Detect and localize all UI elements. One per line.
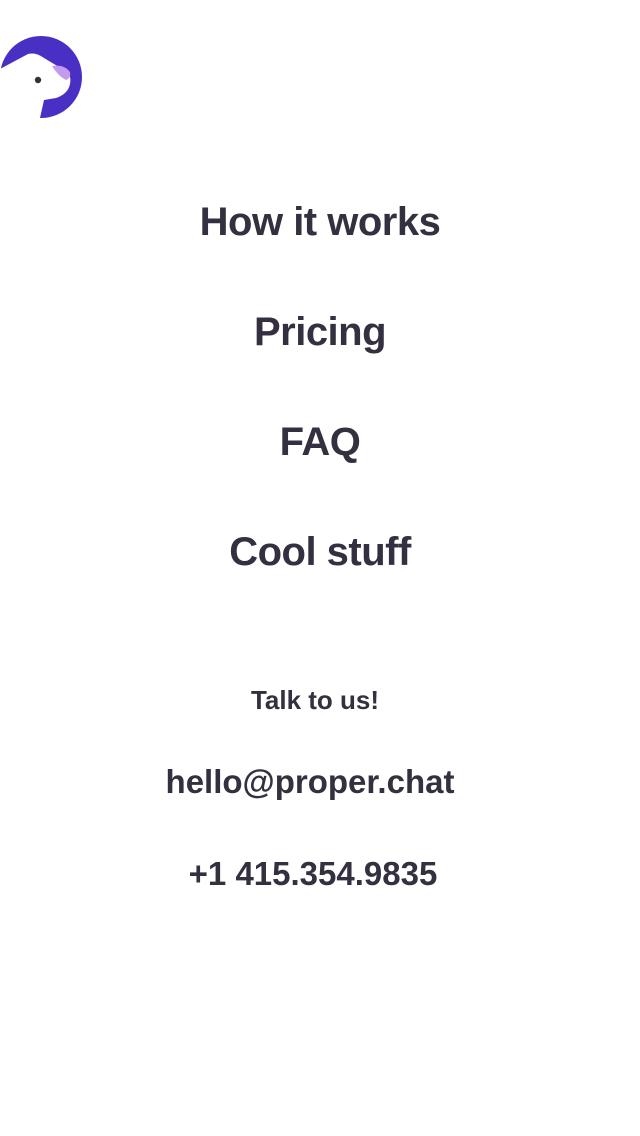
dog-head-logo-icon [0, 36, 82, 118]
email-link[interactable]: hello@proper.chat [0, 760, 620, 804]
nav-item-pricing: Pricing [0, 300, 640, 410]
nav-item-cool-stuff: Cool stuff [0, 520, 640, 630]
nav-link-faq[interactable]: FAQ [280, 410, 361, 520]
nav-item-faq: FAQ [0, 410, 640, 520]
nav-link-pricing[interactable]: Pricing [254, 300, 387, 410]
main-nav: How it works Pricing FAQ Cool stuff [0, 190, 640, 630]
contact-heading: Talk to us! [250, 685, 380, 715]
nav-link-how-it-works[interactable]: How it works [200, 190, 441, 300]
nav-link-cool-stuff[interactable]: Cool stuff [229, 520, 411, 630]
phone-link[interactable]: +1 415.354.9835 [0, 852, 626, 896]
nav-item-how-it-works: How it works [0, 190, 640, 300]
contact-section: Talk to us! hello@proper.chat +1 415.354… [0, 680, 640, 896]
proper-logo[interactable] [0, 36, 82, 118]
